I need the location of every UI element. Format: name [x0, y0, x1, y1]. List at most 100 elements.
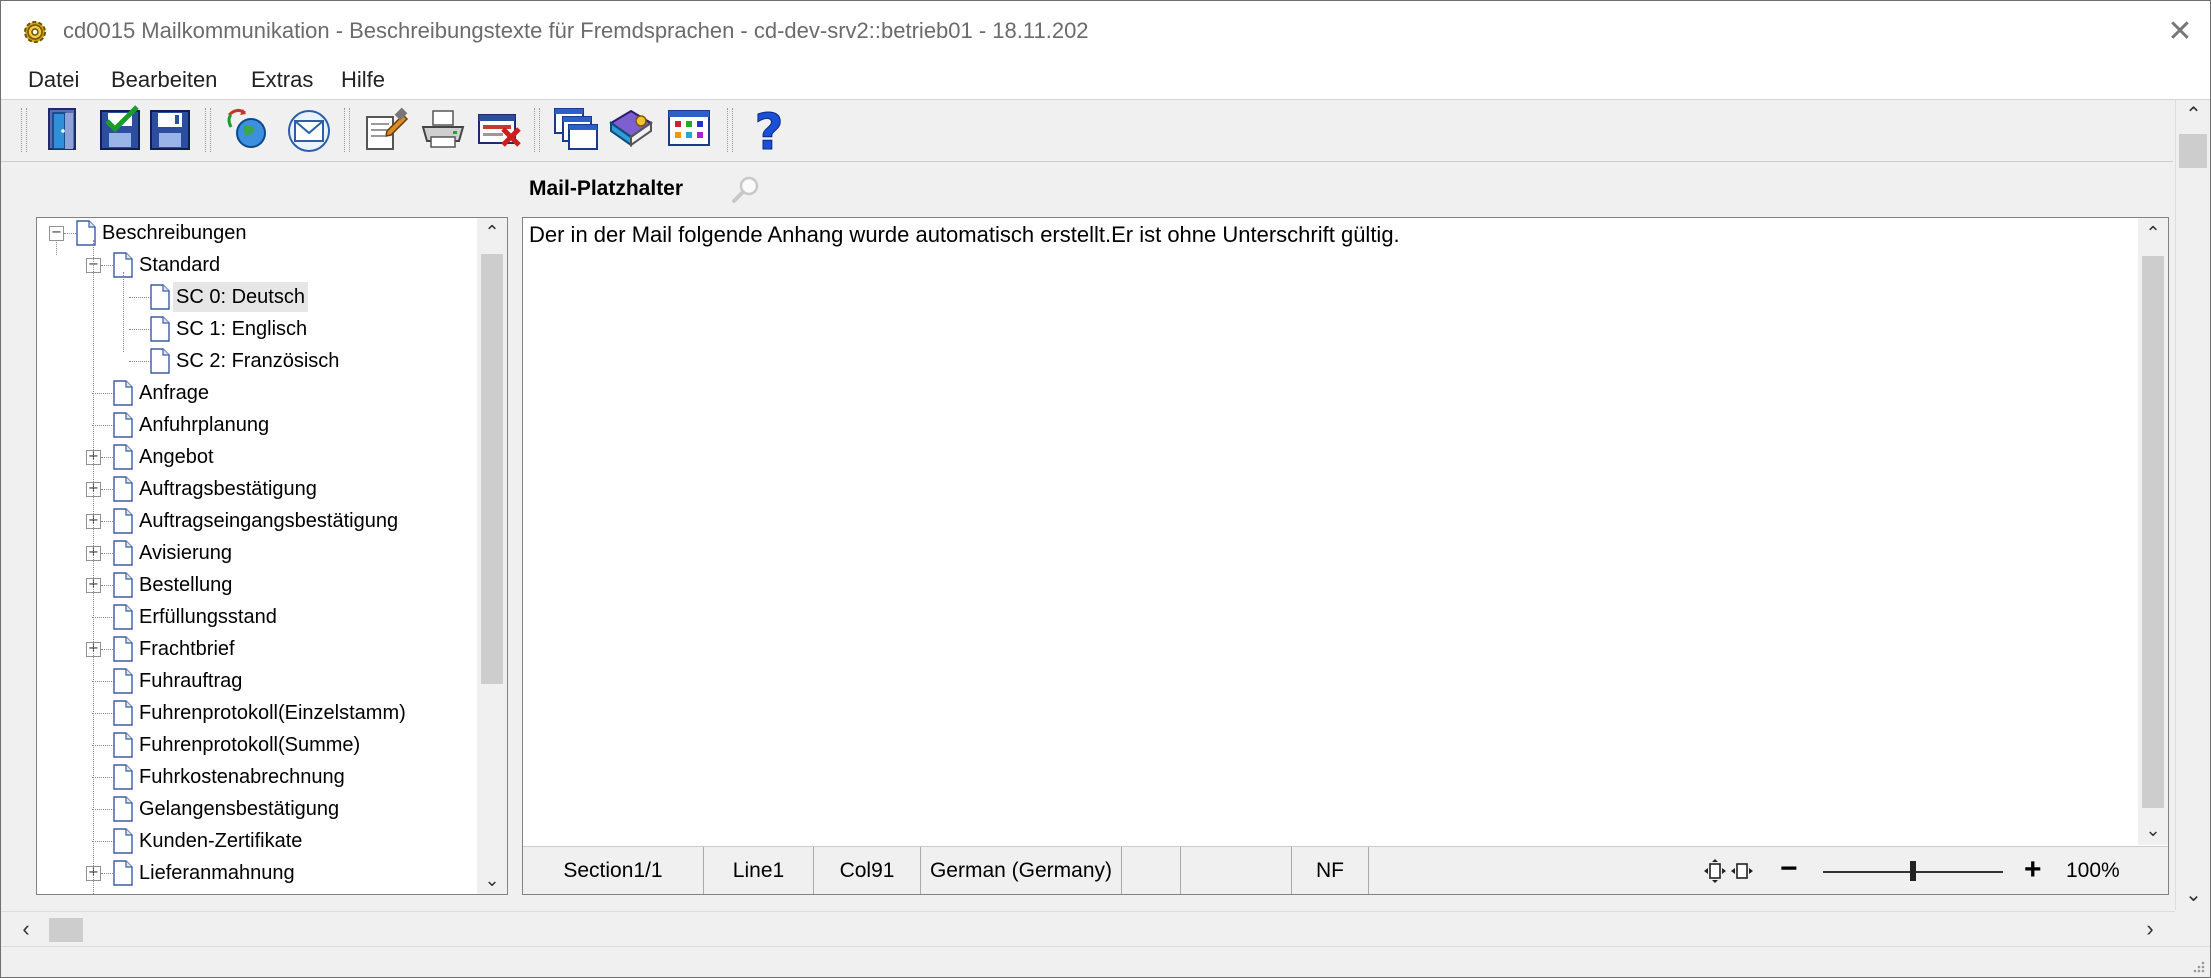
tree-item[interactable]: Fuhrkostenabrechnung — [37, 762, 467, 792]
exit-button[interactable] — [39, 105, 87, 153]
window-vertical-scrollbar[interactable]: ⌃ ⌄ — [2175, 100, 2210, 910]
document-icon — [113, 508, 133, 534]
editor-vertical-scrollbar[interactable]: ⌃ ⌄ — [2138, 218, 2168, 845]
tree-connector — [64, 233, 76, 234]
tree-connector — [101, 457, 113, 458]
window-cascade-button[interactable] — [551, 105, 599, 153]
tree-guide-line — [56, 240, 57, 255]
title-bar: cd0015 Mailkommunikation - Beschreibungs… — [1, 1, 2210, 63]
tree-item[interactable]: Fuhrenprotokoll(Einzelstamm) — [37, 698, 467, 728]
menu-hilfe[interactable]: Hilfe — [341, 67, 385, 93]
document-icon — [113, 860, 133, 886]
zoom-in-button[interactable]: + — [2024, 852, 2042, 888]
tree-item[interactable]: SC 0: Deutsch — [37, 282, 467, 312]
horizontal-scrollbar-thumb[interactable] — [49, 918, 83, 942]
tree-item-label: Beschreibungen — [102, 222, 247, 244]
table-view-button[interactable] — [665, 105, 713, 153]
collapse-icon[interactable]: − — [49, 226, 64, 241]
tree-item[interactable]: − Beschreibungen — [37, 218, 467, 248]
tree-item-label: Fuhrkostenabrechnung — [139, 766, 345, 788]
search-icon[interactable] — [729, 173, 763, 207]
tree-vertical-scrollbar[interactable]: ⌃ ⌄ — [477, 218, 507, 894]
scroll-up-arrow-icon[interactable]: ⌃ — [2176, 100, 2210, 130]
tree-item-label: Frachtbrief — [139, 638, 235, 660]
tree-item[interactable]: Erfüllungsstand — [37, 602, 467, 632]
table-grid-icon — [668, 110, 710, 146]
tree-connector — [101, 489, 113, 490]
fit-page-icon[interactable] — [1703, 859, 1753, 883]
tree-item[interactable]: Anfuhrplanung — [37, 410, 467, 440]
tree-connector — [101, 873, 113, 874]
tree-item-label: Gelangensbestätigung — [139, 798, 340, 820]
document-icon — [113, 700, 133, 726]
send-mail-button[interactable] — [285, 105, 333, 153]
document-icon — [113, 668, 133, 694]
tree-item-label: SC 1: Englisch — [176, 318, 308, 340]
scroll-right-arrow-icon[interactable]: › — [2133, 912, 2167, 946]
scroll-left-arrow-icon[interactable]: ‹ — [9, 912, 43, 946]
edit-button[interactable] — [361, 105, 409, 153]
editor-text-area[interactable]: Der in der Mail folgende Anhang wurde au… — [529, 222, 1400, 248]
editor-scroll-down-icon[interactable]: ⌄ — [2138, 815, 2168, 845]
print-button[interactable] — [419, 105, 467, 153]
tree-item[interactable]: + Frachtbrief — [37, 634, 467, 664]
tree-item[interactable]: SC 2: Französisch — [37, 346, 467, 376]
zoom-out-button[interactable]: − — [1780, 852, 1798, 886]
tree-item[interactable]: + Auftragseingangsbestätigung — [37, 506, 467, 536]
tree-item-label: Kunden-Zertifikate — [139, 830, 303, 852]
application-window: cd0015 Mailkommunikation - Beschreibungs… — [0, 0, 2211, 978]
zoom-slider-thumb[interactable] — [1910, 861, 1916, 881]
tree-item[interactable]: + Lieferanmahnung — [37, 858, 467, 888]
window-horizontal-scrollbar[interactable]: ‹ › — [1, 911, 2175, 946]
scroll-down-arrow-icon[interactable]: ⌄ — [2176, 880, 2210, 910]
menu-bearbeiten[interactable]: Bearbeiten — [111, 67, 217, 93]
status-mode: NF — [1292, 847, 1369, 894]
window-status-bar — [1, 946, 2210, 977]
resize-grip-icon[interactable] — [2190, 958, 2206, 974]
book-icon — [609, 109, 653, 147]
save-icon — [150, 110, 190, 150]
tree-item[interactable]: Gelangensbestätigung — [37, 794, 467, 824]
help-icon: ? — [754, 103, 784, 162]
menu-extras[interactable]: Extras — [251, 67, 313, 93]
dictionary-button[interactable] — [607, 105, 655, 153]
tree-item[interactable]: Kunden-Zertifikate — [37, 826, 467, 856]
tree-item-label: Angebot — [139, 446, 214, 468]
tree-item[interactable]: + Bestellung — [37, 570, 467, 600]
tree-scrollbar-thumb[interactable] — [481, 254, 503, 684]
delete-button[interactable] — [475, 105, 523, 153]
tree-item-label: Lieferanmahnung — [139, 862, 295, 884]
toolbar-grip[interactable] — [21, 108, 27, 152]
tree-item-label: Standard — [139, 254, 221, 276]
refresh-button[interactable] — [223, 105, 271, 153]
editor-scrollbar-thumb[interactable] — [2142, 256, 2164, 808]
scrollbar-thumb[interactable] — [2179, 134, 2207, 168]
editor-title: Mail-Platzhalter — [529, 177, 684, 200]
close-button[interactable]: ✕ — [2150, 1, 2210, 63]
tree-connector — [101, 521, 113, 522]
tree-item[interactable]: Anfrage — [37, 378, 467, 408]
help-button[interactable]: ? — [745, 103, 793, 162]
tree-connector — [92, 809, 114, 810]
tree-item[interactable]: − Standard — [37, 250, 467, 280]
document-icon — [150, 348, 170, 374]
tree-connector — [92, 617, 114, 618]
document-icon — [113, 412, 133, 438]
tree-item[interactable]: + Avisierung — [37, 538, 467, 568]
tree-item[interactable]: + Angebot — [37, 442, 467, 472]
tree-item[interactable]: + Auftragsbestätigung — [37, 474, 467, 504]
menu-datei[interactable]: Datei — [28, 67, 79, 93]
tree-item[interactable]: Fuhrenprotokoll(Summe) — [37, 730, 467, 760]
tree-scroll-up-icon[interactable]: ⌃ — [477, 218, 507, 246]
save-button[interactable] — [147, 105, 195, 153]
editor-scroll-up-icon[interactable]: ⌃ — [2138, 218, 2168, 248]
delete-record-icon — [478, 114, 521, 147]
toolbar-separator — [205, 108, 211, 152]
document-icon — [113, 604, 133, 630]
tree-item[interactable]: Fuhrauftrag — [37, 666, 467, 696]
tree-item[interactable]: SC 1: Englisch — [37, 314, 467, 344]
document-icon — [113, 764, 133, 790]
save-close-button[interactable] — [97, 105, 145, 153]
tree-connector — [101, 585, 113, 586]
tree-scroll-down-icon[interactable]: ⌄ — [477, 866, 507, 894]
